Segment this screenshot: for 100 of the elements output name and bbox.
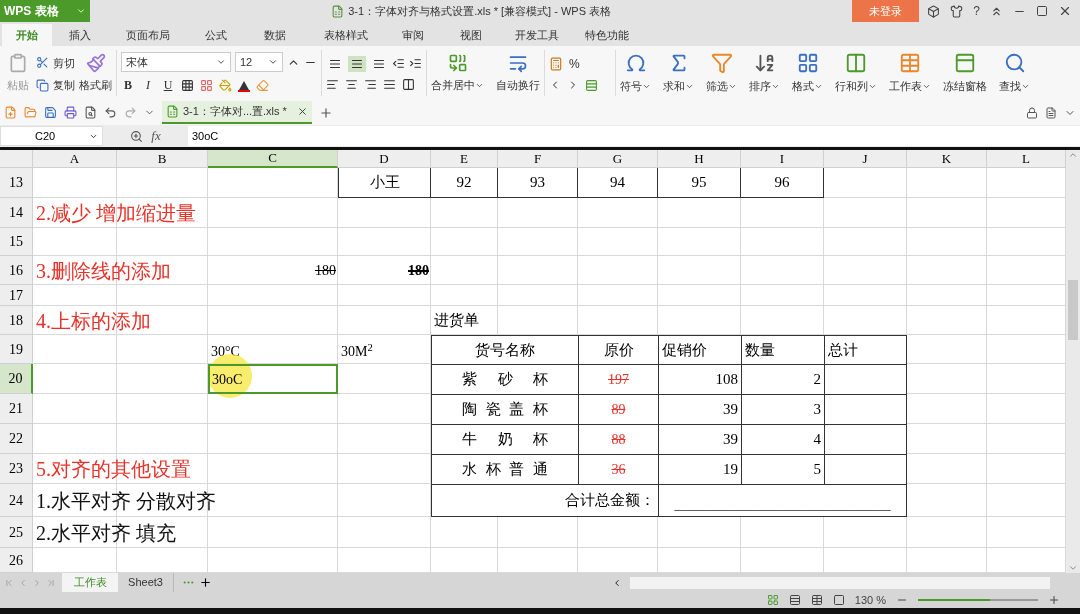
- row-header[interactable]: 13: [0, 168, 33, 198]
- shirt-icon[interactable]: [950, 4, 964, 18]
- cell-style-icon[interactable]: [200, 78, 213, 92]
- print-preview-icon[interactable]: [84, 106, 97, 119]
- fill-color-icon[interactable]: [219, 78, 232, 92]
- menu-tab[interactable]: 插入: [52, 24, 108, 46]
- menu-tab[interactable]: 审阅: [386, 24, 440, 46]
- help-button[interactable]: ?: [973, 2, 980, 20]
- font-style-button[interactable]: U: [161, 76, 175, 94]
- table-cell: 4: [741, 424, 824, 454]
- ribbon-tool-button[interactable]: 查找: [999, 77, 1030, 95]
- format-painter-button[interactable]: 格式刷: [79, 76, 112, 93]
- row-header[interactable]: 14: [0, 198, 33, 228]
- ribbon-tool-button[interactable]: 符号: [620, 77, 651, 95]
- row-header[interactable]: 18: [0, 306, 33, 335]
- row-header[interactable]: 20: [0, 364, 33, 394]
- menu-tab[interactable]: 开发工具: [502, 24, 572, 46]
- column-header[interactable]: G: [578, 150, 658, 168]
- row-header[interactable]: 21: [0, 394, 33, 424]
- percent-button[interactable]: %: [569, 54, 580, 73]
- function-button[interactable]: fx: [151, 126, 161, 146]
- lock-icon[interactable]: [1026, 106, 1038, 119]
- font-style-button[interactable]: I: [141, 76, 155, 94]
- page-layout-view-icon[interactable]: [810, 594, 823, 606]
- column-header[interactable]: C: [208, 150, 338, 168]
- format-cells-icon[interactable]: [585, 78, 598, 92]
- column-header[interactable]: L: [987, 150, 1066, 168]
- menu-tab[interactable]: 公式: [188, 24, 244, 46]
- printer-icon[interactable]: [64, 106, 77, 119]
- font-name-dropdown[interactable]: 宋体: [121, 52, 231, 72]
- row-header[interactable]: 23: [0, 454, 33, 484]
- menu-tab[interactable]: 表格样式: [306, 24, 386, 46]
- page-break-view-icon[interactable]: [788, 594, 801, 606]
- menu-tab[interactable]: 数据: [244, 24, 306, 46]
- scrollbar-thumb[interactable]: [1068, 280, 1078, 340]
- menu-tab[interactable]: 特色功能: [572, 24, 642, 46]
- new-tab-icon[interactable]: [319, 105, 333, 120]
- add-sheet-icon[interactable]: [199, 576, 212, 589]
- row-header[interactable]: 16: [0, 256, 33, 285]
- document-tab[interactable]: 3-1：字体对...置.xls *: [162, 101, 312, 124]
- font-size-dropdown[interactable]: 12: [235, 52, 283, 72]
- align-center-icon[interactable]: [345, 77, 358, 91]
- name-box[interactable]: C20: [0, 126, 103, 146]
- sheet-tab[interactable]: 工作表: [62, 573, 118, 592]
- indent-decrease-icon[interactable]: [392, 57, 405, 70]
- ribbon-tool-button[interactable]: 工作表: [889, 77, 931, 95]
- ribbon-tool-button[interactable]: 求和: [663, 77, 694, 95]
- copy-button[interactable]: 复制: [36, 77, 75, 94]
- close-icon[interactable]: [1058, 4, 1072, 18]
- column-header[interactable]: E: [431, 150, 498, 168]
- column-header[interactable]: D: [338, 150, 431, 168]
- row-header[interactable]: 25: [0, 517, 33, 548]
- cube-icon[interactable]: [927, 4, 941, 18]
- save-icon[interactable]: [44, 106, 57, 119]
- column-header[interactable]: F: [498, 150, 578, 168]
- ribbon-tool-button[interactable]: 筛选: [706, 77, 737, 95]
- ribbon-tool-button[interactable]: 排序: [749, 77, 780, 95]
- borders-icon[interactable]: [181, 78, 194, 92]
- wrap-text-button[interactable]: 自动换行: [496, 76, 540, 94]
- column-header[interactable]: I: [741, 150, 824, 168]
- merge-center-button[interactable]: 合并居中: [431, 76, 484, 94]
- ribbon-tool-button[interactable]: 冻结窗格: [943, 77, 987, 95]
- active-cell[interactable]: 30oC: [208, 364, 338, 394]
- menu-tab[interactable]: 开始: [2, 24, 52, 46]
- align-right-icon[interactable]: [364, 77, 377, 91]
- row-header[interactable]: 15: [0, 228, 33, 256]
- font-style-button[interactable]: B: [121, 76, 135, 94]
- vertical-align-button[interactable]: [348, 55, 366, 72]
- align-left-icon[interactable]: [326, 77, 339, 91]
- app-menu-button[interactable]: WPS 表格: [0, 0, 90, 22]
- cut-button[interactable]: 剪切: [36, 54, 75, 71]
- vertical-scrollbar[interactable]: [1066, 150, 1080, 573]
- horizontal-scrollbar[interactable]: [630, 576, 1050, 589]
- formula-input[interactable]: 30oC: [188, 126, 1080, 146]
- zoom-in-icon[interactable]: [1048, 594, 1060, 606]
- row-header[interactable]: 22: [0, 424, 33, 454]
- column-header[interactable]: A: [33, 150, 117, 168]
- maximize-icon[interactable]: [1036, 5, 1048, 17]
- menu-tab[interactable]: 视图: [440, 24, 502, 46]
- ribbon-tool-button[interactable]: 行和列: [835, 77, 877, 95]
- justify-icon[interactable]: [383, 77, 396, 91]
- indent-increase-icon[interactable]: [409, 57, 422, 70]
- row-header[interactable]: 17: [0, 285, 33, 306]
- column-header[interactable]: H: [658, 150, 741, 168]
- row-header[interactable]: 19: [0, 335, 33, 364]
- document-icon[interactable]: [1045, 106, 1057, 119]
- column-header[interactable]: K: [907, 150, 987, 168]
- undo-icon[interactable]: [104, 106, 117, 119]
- close-icon[interactable]: [297, 106, 308, 117]
- reading-view-icon[interactable]: [832, 594, 845, 606]
- ribbon-tool-button[interactable]: 格式: [792, 77, 823, 95]
- column-header[interactable]: J: [824, 150, 907, 168]
- column-header[interactable]: B: [117, 150, 208, 168]
- zoom-icon[interactable]: [130, 129, 144, 143]
- number-format-icon[interactable]: [549, 56, 563, 71]
- scroll-left-icon[interactable]: [612, 577, 622, 588]
- row-header[interactable]: 26: [0, 548, 33, 573]
- row-header[interactable]: 24: [0, 484, 33, 517]
- menu-tab[interactable]: 页面布局: [108, 24, 188, 46]
- distributed-align-icon[interactable]: [402, 77, 415, 91]
